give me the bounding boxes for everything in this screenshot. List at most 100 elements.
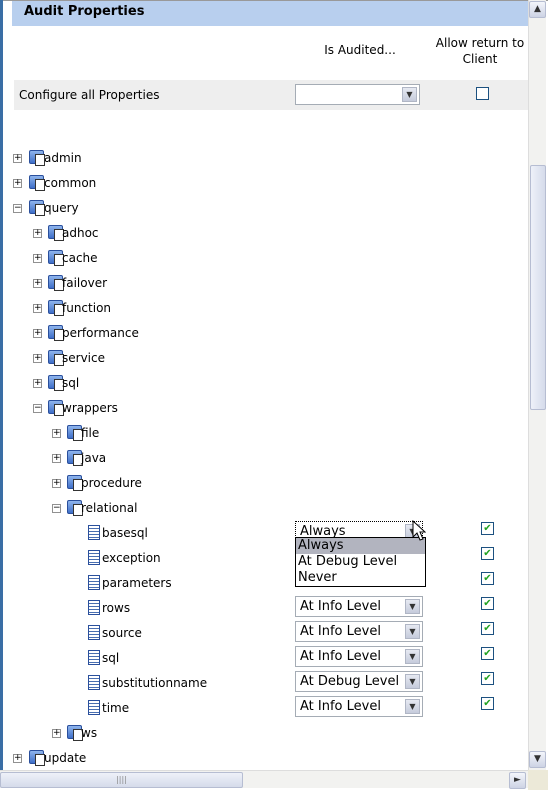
tree-item-label[interactable]: time bbox=[102, 701, 129, 715]
expand-toggle[interactable]: + bbox=[52, 429, 61, 438]
mouse-cursor-icon bbox=[412, 520, 426, 541]
property-icon bbox=[88, 650, 100, 665]
tree-item-label[interactable]: common bbox=[44, 176, 96, 190]
configure-all-select[interactable]: ▼ bbox=[295, 84, 420, 105]
audited-dropdown-list[interactable]: Always At Debug Level Never bbox=[295, 537, 426, 587]
expand-toggle[interactable]: + bbox=[52, 729, 61, 738]
tree-item-label[interactable]: basesql bbox=[102, 526, 148, 540]
tree-item-label[interactable]: adhoc bbox=[62, 226, 99, 240]
audited-select[interactable]: At Info Level ▼ bbox=[295, 696, 423, 717]
collapse-toggle[interactable]: − bbox=[13, 204, 22, 213]
dropdown-option[interactable]: Always bbox=[296, 538, 425, 554]
property-icon bbox=[88, 525, 100, 540]
tree-item-label[interactable]: java bbox=[81, 451, 106, 465]
property-folder-icon bbox=[48, 275, 64, 291]
allow-return-checkbox[interactable]: ✔ bbox=[481, 547, 494, 560]
vertical-scrollbar[interactable]: ▲ ▼ bbox=[528, 0, 546, 770]
property-folder-icon bbox=[48, 325, 64, 341]
allow-return-checkbox[interactable]: ✔ bbox=[481, 572, 494, 585]
vertical-scroll-thumb[interactable] bbox=[530, 165, 546, 410]
chevron-down-icon: ▼ bbox=[405, 624, 420, 639]
tree-item-label[interactable]: ws bbox=[81, 726, 97, 740]
allow-return-checkbox[interactable]: ✔ bbox=[481, 697, 494, 710]
chevron-down-icon: ▼ bbox=[405, 699, 420, 714]
property-folder-icon bbox=[67, 725, 83, 741]
scroll-down-button[interactable]: ▼ bbox=[529, 751, 546, 768]
section-header: Audit Properties bbox=[12, 1, 528, 26]
allow-return-checkbox[interactable]: ✔ bbox=[481, 672, 494, 685]
property-folder-icon bbox=[67, 500, 83, 516]
allow-return-checkbox[interactable]: ✔ bbox=[481, 622, 494, 635]
tree-item-label[interactable]: file bbox=[81, 426, 99, 440]
tree-item-label[interactable]: function bbox=[62, 301, 111, 315]
audited-select[interactable]: At Info Level ▼ bbox=[295, 596, 423, 617]
chevron-down-icon: ▼ bbox=[405, 599, 420, 614]
dropdown-option[interactable]: At Debug Level bbox=[296, 554, 425, 570]
tree-item-label[interactable]: source bbox=[102, 626, 142, 640]
audited-select-value: At Debug Level bbox=[300, 674, 400, 689]
tree-item-label[interactable]: service bbox=[62, 351, 105, 365]
column-header-line2: Client bbox=[462, 52, 498, 66]
horizontal-scroll-thumb[interactable]: |||| bbox=[0, 772, 243, 788]
allow-return-checkbox[interactable]: ✔ bbox=[481, 597, 494, 610]
tree-item-label[interactable]: exception bbox=[102, 551, 161, 565]
scrollbar-corner bbox=[528, 770, 548, 790]
expand-toggle[interactable]: + bbox=[13, 154, 22, 163]
property-folder-icon bbox=[48, 350, 64, 366]
expand-toggle[interactable]: + bbox=[33, 379, 42, 388]
audited-select-value: At Info Level bbox=[300, 624, 381, 639]
expand-toggle[interactable]: + bbox=[33, 329, 42, 338]
tree-item-label[interactable]: sql bbox=[62, 376, 79, 390]
audited-select[interactable]: At Info Level ▼ bbox=[295, 646, 423, 667]
tree-item-label[interactable]: failover bbox=[62, 276, 107, 290]
left-border bbox=[0, 0, 3, 770]
audited-select-value: At Info Level bbox=[300, 599, 381, 614]
tree-item-label[interactable]: cache bbox=[62, 251, 98, 265]
scroll-right-button[interactable]: ► bbox=[509, 772, 526, 789]
property-folder-icon bbox=[48, 250, 64, 266]
expand-toggle[interactable]: + bbox=[13, 179, 22, 188]
property-folder-icon bbox=[48, 225, 64, 241]
expand-toggle[interactable]: + bbox=[33, 254, 42, 263]
tree-item-label[interactable]: admin bbox=[44, 151, 82, 165]
tree-item-label[interactable]: relational bbox=[81, 501, 137, 515]
configure-all-row: Configure all Properties ▼ bbox=[14, 80, 528, 110]
tree-item-label[interactable]: performance bbox=[62, 326, 139, 340]
property-icon bbox=[88, 675, 100, 690]
property-icon bbox=[88, 600, 100, 615]
tree-item-label[interactable]: rows bbox=[102, 601, 130, 615]
column-header-line1: Allow return to bbox=[435, 36, 525, 50]
property-icon bbox=[88, 575, 100, 590]
configure-all-label: Configure all Properties bbox=[19, 88, 160, 102]
property-icon bbox=[88, 550, 100, 565]
allow-return-checkbox[interactable]: ✔ bbox=[481, 522, 494, 535]
expand-toggle[interactable]: + bbox=[52, 454, 61, 463]
property-folder-icon bbox=[48, 400, 64, 416]
tree-item-label[interactable]: sql bbox=[102, 651, 119, 665]
expand-toggle[interactable]: + bbox=[33, 304, 42, 313]
tree-item-label[interactable]: substitutionname bbox=[102, 676, 207, 690]
column-header-is-audited: Is Audited... bbox=[324, 43, 396, 57]
expand-toggle[interactable]: + bbox=[33, 354, 42, 363]
horizontal-scrollbar[interactable]: |||| ► bbox=[0, 770, 528, 789]
collapse-toggle[interactable]: − bbox=[52, 504, 61, 513]
property-folder-icon bbox=[67, 475, 83, 491]
collapse-toggle[interactable]: − bbox=[33, 404, 42, 413]
property-folder-icon bbox=[29, 200, 45, 216]
expand-toggle[interactable]: + bbox=[33, 279, 42, 288]
tree-item-label[interactable]: procedure bbox=[81, 476, 142, 490]
expand-toggle[interactable]: + bbox=[13, 754, 22, 763]
expand-toggle[interactable]: + bbox=[33, 229, 42, 238]
audited-select[interactable]: At Info Level ▼ bbox=[295, 621, 423, 642]
scroll-up-button[interactable]: ▲ bbox=[529, 1, 546, 18]
configure-all-allow-return-checkbox[interactable] bbox=[476, 87, 489, 100]
tree-item-label[interactable]: query bbox=[44, 201, 79, 215]
property-folder-icon bbox=[67, 450, 83, 466]
tree-item-label[interactable]: wrappers bbox=[62, 401, 118, 415]
tree-item-label[interactable]: parameters bbox=[102, 576, 172, 590]
expand-toggle[interactable]: + bbox=[52, 479, 61, 488]
dropdown-option[interactable]: Never bbox=[296, 570, 425, 586]
audited-select[interactable]: At Debug Level ▼ bbox=[295, 671, 423, 692]
tree-item-label[interactable]: update bbox=[44, 751, 86, 765]
allow-return-checkbox[interactable]: ✔ bbox=[481, 647, 494, 660]
